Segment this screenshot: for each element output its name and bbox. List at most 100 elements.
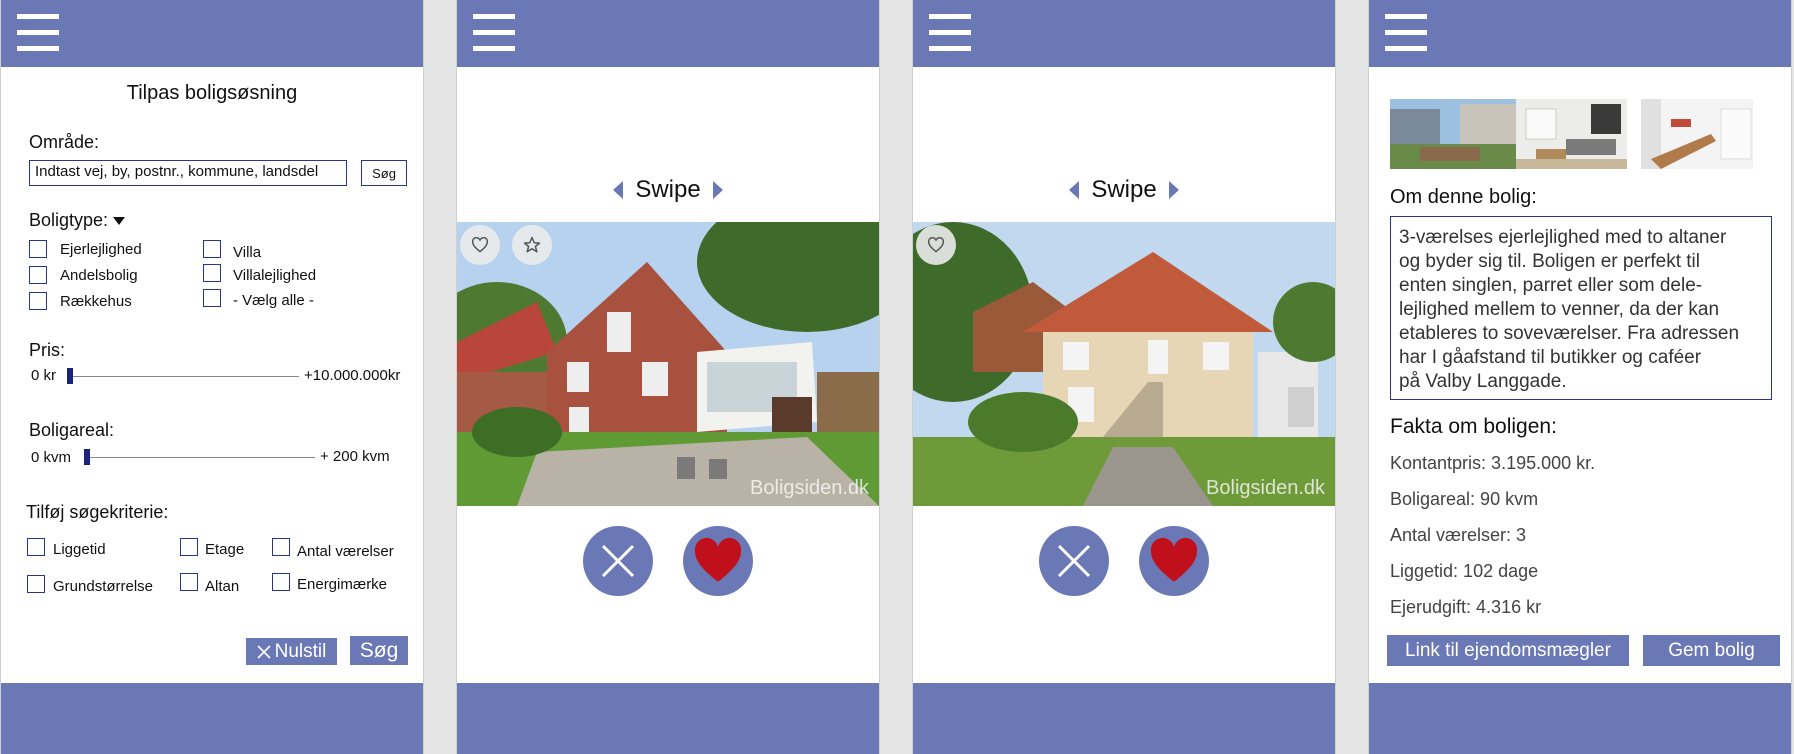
house-photo[interactable]: Boligsiden.dk — [457, 222, 879, 506]
watermark: Boligsiden.dk — [750, 477, 869, 499]
area-search-button[interactable]: Søg — [361, 160, 407, 186]
price-min: 0 kr — [31, 367, 57, 384]
reset-button[interactable]: Nulstil — [246, 638, 337, 665]
reset-label: Nulstil — [274, 640, 327, 662]
top-bar — [457, 0, 879, 67]
bottom-bar — [913, 683, 1335, 754]
hamburger-menu-icon[interactable] — [929, 14, 971, 52]
description-line: 3-værelses ejerlejlighed med to altaner — [1399, 227, 1727, 248]
house-image — [457, 222, 879, 506]
triangle-left-icon[interactable] — [613, 181, 624, 199]
house-photo[interactable]: Boligsiden.dk — [913, 222, 1335, 506]
description-line: og byder sig til. Boligen er perfekt til — [1399, 251, 1700, 272]
checkbox-select-all[interactable] — [203, 289, 221, 307]
heart-icon[interactable] — [460, 225, 500, 265]
checkbox-label: Etage — [205, 541, 245, 558]
description-line: enten singlen, parret eller som dele- — [1399, 275, 1703, 296]
checkbox-label: Grundstørrelse — [53, 578, 154, 595]
close-x-icon — [601, 544, 635, 578]
swipe-control: Swipe — [913, 176, 1335, 204]
description-line: på Valby Langgade. — [1399, 371, 1567, 392]
checkbox-altan[interactable] — [180, 573, 198, 591]
star-icon[interactable] — [512, 225, 552, 265]
search-button[interactable]: Søg — [350, 636, 408, 665]
price-slider-handle[interactable] — [67, 368, 73, 384]
checkbox-label: Energimærke — [297, 576, 388, 593]
top-bar — [1369, 0, 1791, 67]
checkbox-etage[interactable] — [180, 538, 198, 556]
description-line: etableres to soveværelser. Fra adressen — [1399, 323, 1740, 344]
swipe-control: Swipe — [457, 176, 879, 204]
save-home-button[interactable]: Gem bolig — [1643, 635, 1780, 666]
swipe-label: Swipe — [635, 176, 701, 203]
checkbox-label: - Vælg alle - — [233, 292, 314, 309]
checkbox-plot-size[interactable] — [27, 575, 45, 593]
close-x-icon — [257, 644, 271, 659]
top-bar — [913, 0, 1335, 67]
triangle-left-icon[interactable] — [1069, 181, 1080, 199]
checkbox-raekkehus[interactable] — [29, 292, 47, 310]
size-slider-track[interactable] — [85, 457, 315, 458]
fact-owner-cost: Ejerudgift: 4.316 kr — [1390, 597, 1542, 617]
caret-down-icon — [113, 217, 126, 226]
swipe-label: Swipe — [1091, 176, 1157, 203]
house-image — [913, 222, 1335, 506]
size-slider-handle[interactable] — [84, 449, 90, 465]
about-description: 3-værelses ejerlejlighed med to altaner … — [1390, 216, 1772, 400]
screen-property-details: Om denne bolig: 3-værelses ejerlejlighed… — [1368, 0, 1792, 754]
like-button[interactable] — [683, 526, 753, 596]
hamburger-menu-icon[interactable] — [473, 14, 515, 52]
price-slider-track[interactable] — [69, 376, 299, 377]
top-bar — [1, 0, 423, 67]
checkbox-andelsbolig[interactable] — [29, 266, 47, 284]
heart-icon — [1150, 538, 1198, 582]
heart-icon[interactable] — [916, 225, 956, 265]
close-x-icon — [1057, 544, 1091, 578]
checkbox-label: Rækkehus — [60, 293, 132, 310]
area-search-input[interactable]: Indtast vej, by, postnr., kommune, lands… — [29, 160, 347, 186]
checkbox-label: Liggetid — [53, 541, 106, 558]
housing-type-label[interactable]: Boligtype: — [29, 210, 126, 231]
criteria-label: Tilføj søgekriterie: — [26, 502, 169, 522]
thumbnail-kitchen[interactable] — [1641, 99, 1753, 169]
checkbox-ejerlejlighed[interactable] — [29, 240, 47, 258]
size-min: 0 kvm — [31, 449, 72, 466]
reject-button[interactable] — [583, 526, 653, 596]
like-button[interactable] — [1139, 526, 1209, 596]
fact-rooms: Antal værelser: 3 — [1390, 525, 1527, 545]
checkbox-label: Villalejlighed — [233, 267, 317, 284]
checkbox-rooms[interactable] — [272, 538, 290, 556]
checkbox-label: Villa — [233, 244, 262, 261]
area-label: Område: — [29, 132, 100, 152]
about-heading: Om denne bolig: — [1390, 186, 1537, 208]
bottom-bar — [1369, 683, 1791, 754]
checkbox-villalejlighed[interactable] — [203, 264, 221, 282]
hamburger-menu-icon[interactable] — [1385, 14, 1427, 52]
thumbnail-courtyard[interactable] — [1390, 99, 1519, 169]
bottom-bar — [457, 683, 879, 754]
hamburger-menu-icon[interactable] — [17, 14, 59, 52]
screen-swipe-1: Swipe Boligsiden.dk — [456, 0, 880, 754]
fact-days-listed: Liggetid: 102 dage — [1390, 561, 1539, 581]
checkbox-liggetid[interactable] — [27, 538, 45, 556]
watermark: Boligsiden.dk — [1206, 477, 1325, 499]
facts-heading: Fakta om boligen: — [1390, 415, 1557, 438]
realtor-link-button[interactable]: Link til ejendomsmægler — [1387, 635, 1629, 666]
screen-swipe-2: Swipe Boligsiden.dk — [912, 0, 1336, 754]
reject-button[interactable] — [1039, 526, 1109, 596]
checkbox-label: Andelsbolig — [60, 267, 138, 284]
checkbox-villa[interactable] — [203, 240, 221, 258]
triangle-right-icon[interactable] — [712, 181, 723, 199]
checkbox-energy[interactable] — [272, 573, 290, 591]
description-line: lejlighed mellem to venner, da der kan — [1399, 299, 1720, 320]
thumbnail-living-room[interactable] — [1516, 99, 1645, 169]
triangle-right-icon[interactable] — [1168, 181, 1179, 199]
size-max: + 200 kvm — [320, 448, 390, 465]
heart-icon — [694, 538, 742, 582]
living-area-label: Boligareal: — [29, 420, 115, 440]
price-label: Pris: — [29, 340, 65, 360]
fact-cash-price: Kontantpris: 3.195.000 kr. — [1390, 453, 1596, 473]
bottom-bar — [1, 683, 423, 754]
description-line: har I gåafstand til butikker og caféer — [1399, 347, 1702, 368]
screen-search-filters: Tilpas boligsøsning Område: Indtast vej,… — [0, 0, 424, 754]
